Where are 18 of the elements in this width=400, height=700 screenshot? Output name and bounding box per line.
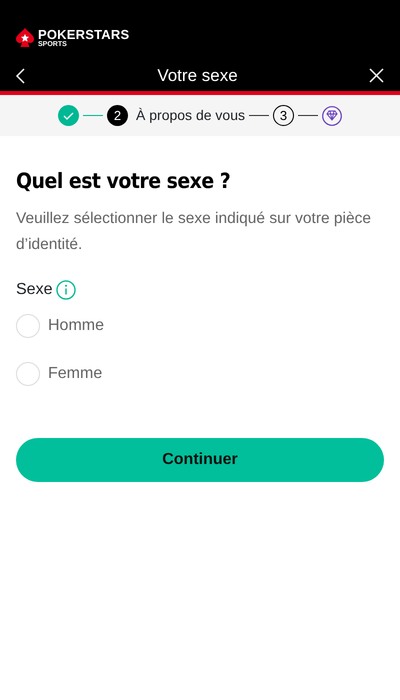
page-title: Votre sexe [157,64,238,87]
continue-button[interactable]: Continuer [16,438,384,482]
check-step-icon [58,105,80,126]
step-label: À propos de vous [136,106,245,125]
close-icon[interactable] [368,68,384,83]
brand-name: POKERSTARS [38,28,130,41]
step-number: 2 [107,105,128,126]
option-label[interactable]: Femme [48,362,102,386]
spade-star-logo-icon [16,26,34,50]
field-label: Sexe [16,280,52,300]
radio-button[interactable] [16,314,40,338]
question-heading: Quel est votre sexe ? [16,168,232,195]
radio-button[interactable] [16,362,40,386]
step-number: 3 [272,105,294,126]
option-label[interactable]: Homme [48,314,104,338]
description-text: Veuillez sélectionner le sexe indiqué sur votre pièce d’identité. [16,208,372,254]
back-icon[interactable] [16,68,26,84]
info-icon[interactable] [56,280,76,300]
